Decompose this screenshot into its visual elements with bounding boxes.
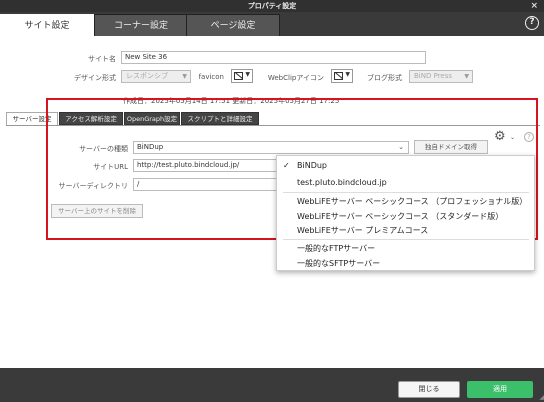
tab-page-settings[interactable]: ページ設定 xyxy=(186,14,280,36)
close-button[interactable]: 閉じる xyxy=(398,381,460,398)
dialog-footer: ◢ xyxy=(0,368,544,402)
server-directory-label: サーバーディレクトリ xyxy=(58,182,128,190)
window-close-icon[interactable]: × xyxy=(530,0,538,12)
blog-format-label: ブログ形式 xyxy=(367,74,402,82)
webclip-select[interactable]: ▼ xyxy=(331,69,353,83)
no-image-icon xyxy=(234,72,243,80)
chevron-down-icon: ⌄ xyxy=(398,143,404,151)
chevron-down-icon: ▼ xyxy=(345,71,350,78)
checkmark-icon: ✓ xyxy=(283,161,290,170)
server-type-select[interactable]: BiNDup ⌄ xyxy=(133,141,409,154)
site-name-input[interactable]: New Site 36 xyxy=(121,51,426,64)
favicon-label: favicon xyxy=(198,73,224,81)
site-url-label: サイトURL xyxy=(93,163,128,171)
window-titlebar: プロパティ設定 × xyxy=(0,0,544,12)
chevron-down-icon[interactable]: ⌄ xyxy=(510,134,515,141)
help-icon[interactable]: ? xyxy=(525,16,539,30)
tab-site-settings[interactable]: サイト設定 xyxy=(0,14,94,36)
blog-format-select[interactable]: BiND Press ▼ xyxy=(409,70,473,83)
dropdown-separator xyxy=(283,239,529,240)
site-url-input[interactable]: http://test.pluto.bindcloud.jp/ xyxy=(133,159,283,172)
dropdown-item-weblife-standard[interactable]: WebLiFEサーバー ベーシックコース （スタンダード版） xyxy=(297,211,503,222)
blog-format-value: BiND Press xyxy=(414,72,453,80)
get-domain-button[interactable]: 独自ドメイン取得 xyxy=(414,140,488,154)
window-title: プロパティ設定 xyxy=(247,2,297,10)
no-image-icon xyxy=(334,72,343,80)
dropdown-item-pluto[interactable]: test.pluto.bindcloud.jp xyxy=(297,178,387,187)
chevron-down-icon: ▼ xyxy=(182,73,187,80)
dropdown-item-sftp[interactable]: 一般的なSFTPサーバー xyxy=(297,258,380,269)
server-type-dropdown: ✓ BiNDup test.pluto.bindcloud.jp WebLiFE… xyxy=(276,155,535,271)
webclip-label: WebClipアイコン xyxy=(267,74,324,82)
dropdown-item-weblife-pro[interactable]: WebLiFEサーバー ベーシックコース （プロフェッショナル版） xyxy=(297,196,527,207)
dropdown-item-ftp[interactable]: 一般的なFTPサーバー xyxy=(297,243,375,254)
resize-handle-icon[interactable]: ◢ xyxy=(539,394,544,401)
chevron-down-icon: ▼ xyxy=(464,73,469,80)
design-format-select[interactable]: レスポンシブ ▼ xyxy=(121,70,191,83)
apply-button[interactable]: 適用 xyxy=(467,381,533,398)
main-tab-bar: サイト設定 コーナー設定 ページ設定 ? xyxy=(0,12,544,36)
dropdown-item-bindup[interactable]: BiNDup xyxy=(297,161,327,170)
dropdown-item-weblife-premium[interactable]: WebLiFEサーバー プレミアムコース xyxy=(297,225,428,236)
server-directory-input[interactable]: / xyxy=(133,178,283,191)
dropdown-separator xyxy=(283,192,529,193)
design-format-label: デザイン形式 xyxy=(74,74,116,82)
delete-server-site-button[interactable]: サーバー上のサイトを削除 xyxy=(51,204,143,218)
server-type-value: BiNDup xyxy=(137,143,164,151)
tab-corner-settings[interactable]: コーナー設定 xyxy=(94,14,188,36)
gear-icon[interactable]: ⚙ xyxy=(494,130,506,144)
favicon-select[interactable]: ▼ xyxy=(231,69,253,83)
chevron-down-icon: ▼ xyxy=(245,71,250,78)
site-name-label: サイト名 xyxy=(88,55,116,63)
server-help-icon[interactable]: ? xyxy=(524,132,534,142)
server-type-label: サーバーの種類 xyxy=(79,145,128,153)
design-format-value: レスポンシブ xyxy=(126,72,168,80)
